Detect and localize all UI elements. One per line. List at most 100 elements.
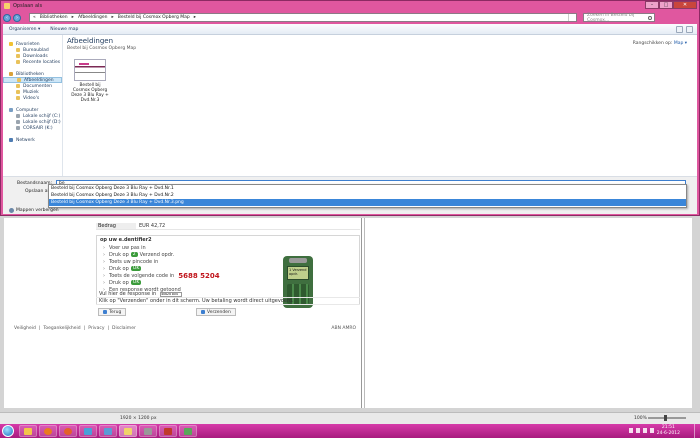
zoom-slider-thumb[interactable] [664,415,667,421]
breadcrumb-overflow[interactable]: « [33,15,36,20]
close-button[interactable]: ✕ [673,1,697,9]
usb-drive-icon [16,126,20,130]
file-list-area[interactable]: Afbeeldingen Bestel bij Cosmox Opberg Ma… [67,37,695,175]
canvas-empty-region [364,218,692,408]
address-bar[interactable]: « Bibliotheken ▸ Afbeeldingen ▸ Besteld … [29,13,577,22]
dialog-title: Opslaan als [13,3,43,9]
taskbar-app-green[interactable] [179,425,197,437]
page-footer: Veiligheid | Toegankelijkheid | Privacy … [14,326,356,331]
taskbar-media-player[interactable] [39,425,57,437]
star-icon [9,42,13,46]
desktop-icon [16,48,20,52]
drive-icon [16,114,20,118]
breadcrumb-pictures[interactable]: Afbeeldingen [78,15,108,20]
back-arrow-icon[interactable]: ‹ [3,13,11,22]
taskbar-explorer[interactable] [19,425,37,437]
response-input[interactable] [160,291,183,297]
refresh-icon[interactable] [568,14,576,21]
filename-autocomplete-list: Besteld bij Cosmox Opberg Deze 3 Blu Ray… [48,184,687,208]
autocomplete-item[interactable]: Besteld bij Cosmox Opberg Deze 3 Blu Ray… [49,185,686,192]
taskbar-firefox[interactable] [59,425,77,437]
amount-value: EUR 42,72 [139,223,166,229]
filename-label: Bestandsnaam: [17,181,53,186]
folder-icon [4,3,10,9]
clock[interactable]: 21:51 24-6-2012 [657,425,680,437]
hide-folders-toggle[interactable]: Mappen verbergen [9,208,59,213]
footer-link[interactable]: Disclaimer [112,326,136,331]
forward-arrow-icon[interactable]: › [13,13,21,22]
autocomplete-item[interactable]: Besteld bij Cosmox Opberg Deze 3 Blu Ray… [49,192,686,199]
maximize-button[interactable]: □ [659,1,673,9]
send-button[interactable]: Verzenden [196,308,236,316]
recent-places-icon [16,60,20,64]
webpage-screenshot: Bedrag EUR 42,72 op uw e.dentifier2 › Voe… [4,218,362,408]
breadcrumb-libraries[interactable]: Bibliotheken [40,15,68,20]
step-6: › Druk op OK [103,279,142,286]
taskbar-app-gray[interactable] [139,425,157,437]
library-icon [9,72,13,76]
zoom-slider[interactable] [648,415,686,421]
help-icon[interactable] [686,25,693,33]
library-title: Afbeeldingen [67,37,114,45]
dialog-titlebar[interactable]: Opslaan als – □ ✕ [1,1,699,11]
step-4: › Druk op OK [103,265,142,272]
music-icon [16,90,20,94]
network-icon [9,138,13,142]
start-button[interactable] [2,425,14,437]
downloads-icon [16,54,20,58]
back-button[interactable]: Terug [98,308,127,316]
view-options-icon[interactable] [676,25,683,33]
computer-icon [9,108,13,112]
step-2: › Druk op 2 Verzend opdr. [103,251,175,258]
arrange-dropdown[interactable]: Map ▾ [674,41,687,46]
address-bar-row: ‹ › « Bibliotheken ▸ Afbeeldingen ▸ Best… [3,12,697,23]
show-desktop-button[interactable] [694,424,700,438]
search-input[interactable]: Zoeken in Besteld bij Cosmox... [583,13,655,23]
pictures-icon [17,78,21,82]
nav-network[interactable]: Netwerk [3,137,62,143]
image-thumbnail [74,59,106,81]
identifier-code: 5688 5204 [178,271,220,280]
footer-link[interactable]: Veiligheid [14,326,36,331]
new-folder-button[interactable]: Nieuwe map [50,27,78,32]
minimize-button[interactable]: – [645,1,659,9]
taskbar-app-red[interactable] [159,425,177,437]
taskbar-paint[interactable] [119,425,137,437]
step-5: › Toets de volgende code in 5688 5204 [103,271,220,280]
command-bar: Organiseren ▾ Nieuwe map [3,24,697,35]
amount-label: Bedrag [96,223,136,229]
documents-icon [16,84,20,88]
collapse-icon [9,208,14,213]
videos-icon [16,96,20,100]
status-bar: 1920 × 1200 px 100% [0,412,700,424]
back-icon [103,310,107,314]
taskbar-app-pc[interactable] [99,425,117,437]
library-subtitle: Bestel bij Cosmox Opberg Map [67,46,137,51]
clock-date: 24-6-2012 [656,431,680,436]
taskbar: 21:51 24-6-2012 [0,424,700,438]
file-item[interactable]: Bestell bij Cosmox Opberg Deze 3 Blu Ray… [71,59,109,103]
navigation-pane: Favorieten Bureaublad Downloads Recente … [3,35,63,176]
amount-row: Bedrag EUR 42,72 [96,223,360,230]
window-controls: – □ ✕ [645,1,697,9]
system-tray-icons[interactable] [629,428,654,433]
breadcrumb-folder[interactable]: Besteld bij Cosmox Opberg Map [118,15,190,20]
step-3: › Toets uw pincode in [103,258,159,265]
response-note: Klik op "Verzenden" onder in dit scherm.… [96,298,360,305]
zoom-level: 100% [634,416,647,421]
reader-screen: 1 Verzend opdr. [287,266,309,280]
image-dimensions: 1920 × 1200 px [120,416,157,421]
footer-brand: ABN AMRO [331,326,356,331]
search-icon [648,15,652,20]
arrange-label: Rangschikken op: [632,41,673,46]
organize-button[interactable]: Organiseren ▾ [9,27,40,32]
footer-link[interactable]: Privacy [88,326,104,331]
autocomplete-item-selected[interactable]: Besteld bij Cosmox Opberg Deze 3 Blu Ray… [49,199,686,206]
taskbar-app-blue[interactable] [79,425,97,437]
footer-link[interactable]: Toegankelijkheid [43,326,80,331]
arrange-by: Rangschikken op: Map ▾ [633,41,687,46]
response-label: Vul hier de response in [99,291,157,297]
step-1: › Voer uw pas in [103,244,146,251]
response-row: Vul hier de response in [96,291,360,298]
send-icon [201,310,205,314]
